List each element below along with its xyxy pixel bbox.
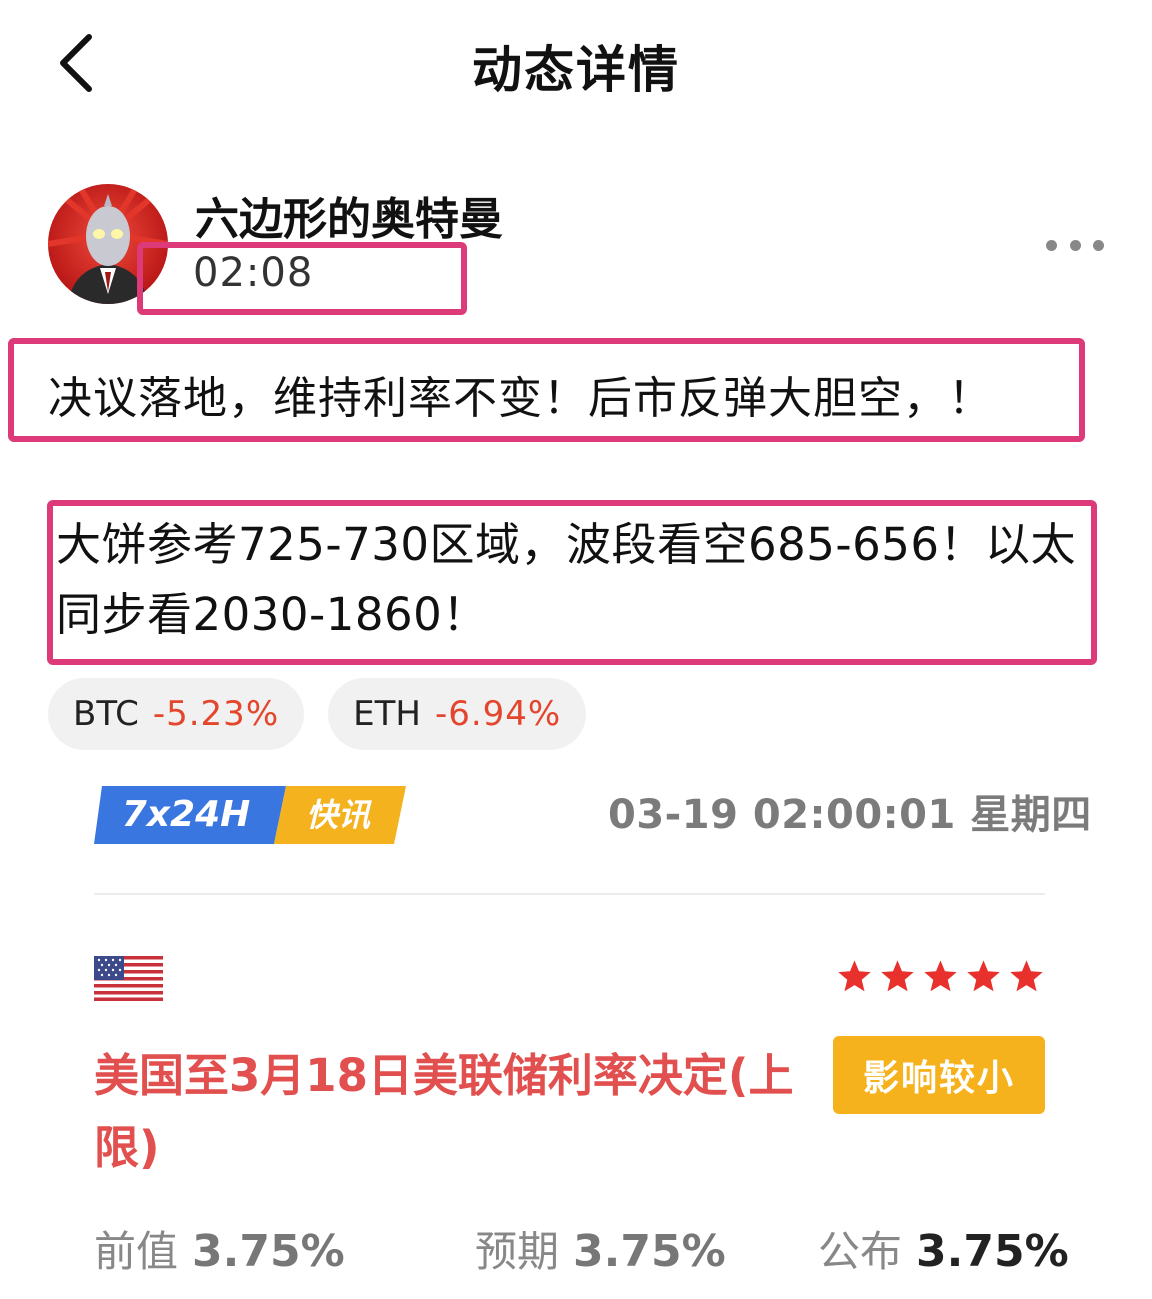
event-title: 美国至3月18日美联储利率决定(上限) <box>94 1049 794 1174</box>
page-title: 动态详情 <box>472 41 680 99</box>
stat-label: 前值 <box>94 1227 179 1276</box>
flash-logo-right-text: 快讯 <box>306 796 372 834</box>
author-name[interactable]: 六边形的奥特曼 <box>195 183 503 247</box>
highlight-box <box>47 500 1097 665</box>
stat-label: 公布 <box>818 1227 903 1276</box>
coin-symbol: BTC <box>73 694 139 734</box>
star-icon <box>967 960 1000 992</box>
more-horizontal-icon <box>1046 239 1057 251</box>
coin-symbol: ETH <box>353 694 421 734</box>
stat-label: 预期 <box>475 1227 560 1276</box>
coin-change: -5.23% <box>152 694 280 734</box>
us-flag-icon <box>94 956 163 1001</box>
coin-tags: BTC -5.23% ETH -6.94% <box>48 678 587 750</box>
star-icon <box>1010 960 1043 992</box>
highlight-box <box>8 338 1085 442</box>
coin-change: -6.94% <box>434 694 562 734</box>
stat-value: 3.75% <box>573 1226 726 1277</box>
flash-logo-left-text: 7x24H <box>122 794 251 835</box>
star-icon <box>881 960 914 992</box>
divider <box>94 893 1045 895</box>
highlight-box <box>137 242 467 315</box>
stat-expected: 预期 3.75% <box>475 1218 726 1279</box>
star-icon <box>838 960 871 992</box>
importance-stars <box>836 958 1045 995</box>
coin-tag-btc[interactable]: BTC -5.23% <box>48 678 305 750</box>
stat-value: 3.75% <box>192 1226 345 1277</box>
stat-previous: 前值 3.75% <box>94 1218 345 1279</box>
flash-news-logo: 7x24H 快讯 <box>94 786 406 844</box>
star-icon <box>924 960 957 992</box>
stat-value: 3.75% <box>916 1226 1069 1277</box>
more-options-button[interactable] <box>1040 232 1110 258</box>
more-dot <box>1069 239 1081 251</box>
more-dot <box>1093 239 1104 251</box>
top-bar: 动态详情 <box>0 0 1152 125</box>
flash-datetime: 03-19 02:00:01 星期四 <box>608 792 1092 838</box>
impact-badge: 影响较小 <box>833 1036 1045 1114</box>
coin-tag-eth[interactable]: ETH -6.94% <box>328 678 587 750</box>
stat-actual: 公布 3.75% <box>818 1218 1069 1279</box>
